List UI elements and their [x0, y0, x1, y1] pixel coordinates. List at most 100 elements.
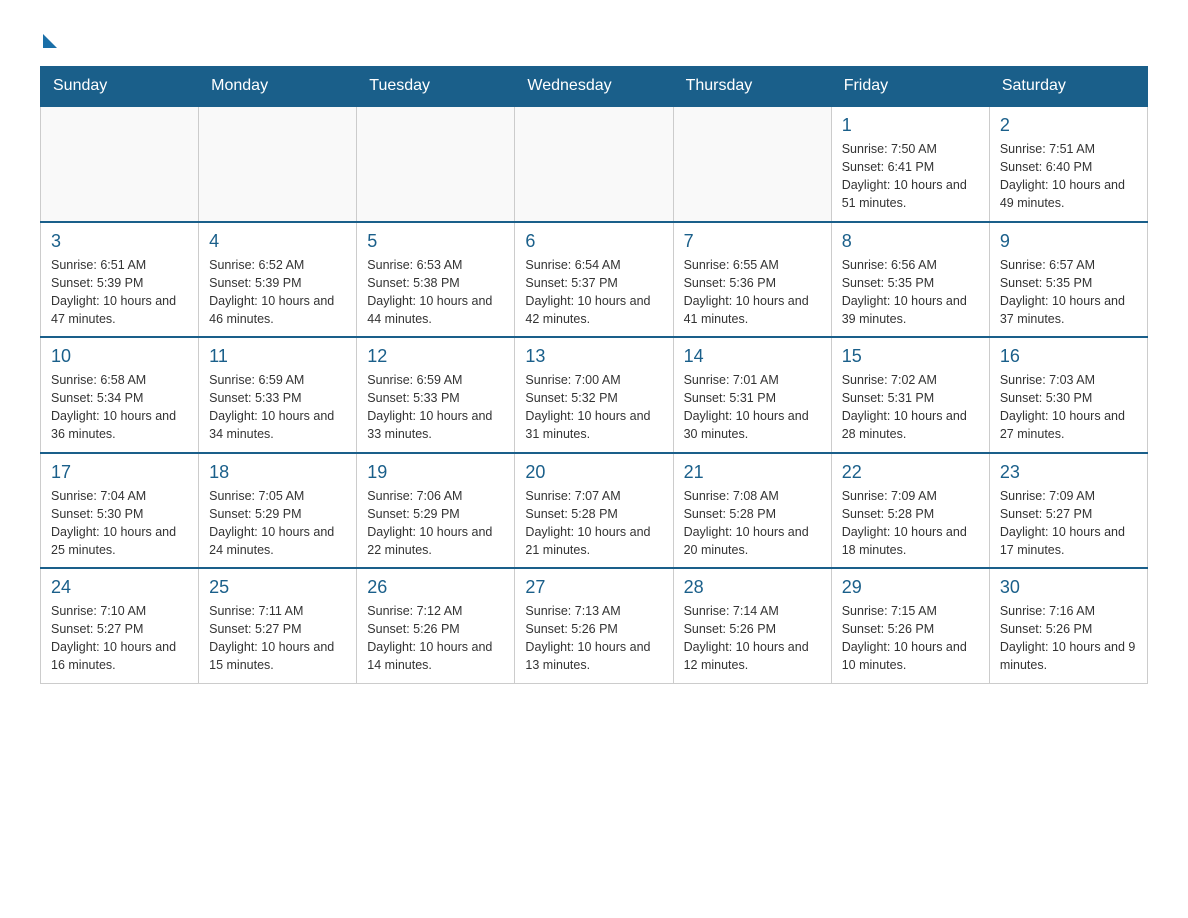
weekday-header-monday: Monday — [199, 67, 357, 107]
page-header — [40, 30, 1148, 46]
calendar-cell: 4 Sunrise: 6:52 AMSunset: 5:39 PMDaylight… — [199, 222, 357, 338]
calendar-cell: 22 Sunrise: 7:09 AMSunset: 5:28 PMDayligh… — [831, 453, 989, 569]
day-info: Sunrise: 6:58 AMSunset: 5:34 PMDaylight:… — [51, 371, 188, 444]
calendar-cell: 20Sunrise: 7:07 AMSunset: 5:28 PMDayligh… — [515, 453, 673, 569]
day-number: 26 — [367, 577, 504, 598]
day-number: 16 — [1000, 346, 1137, 367]
day-number: 22 — [842, 462, 979, 483]
calendar-cell — [673, 106, 831, 222]
day-number: 30 — [1000, 577, 1137, 598]
calendar-cell: 21Sunrise: 7:08 AMSunset: 5:28 PMDayligh… — [673, 453, 831, 569]
day-info: Sunrise: 6:55 AMSunset: 5:36 PMDaylight:… — [684, 256, 821, 329]
weekday-header-sunday: Sunday — [41, 67, 199, 107]
day-info: Sunrise: 7:02 AMSunset: 5:31 PMDaylight:… — [842, 371, 979, 444]
day-number: 3 — [51, 231, 188, 252]
day-number: 19 — [367, 462, 504, 483]
day-info: Sunrise: 7:05 AMSunset: 5:29 PMDaylight:… — [209, 487, 346, 560]
calendar-cell: 26 Sunrise: 7:12 AMSunset: 5:26 PMDayligh… — [357, 568, 515, 683]
day-info: Sunrise: 7:50 AMSunset: 6:41 PMDaylight:… — [842, 140, 979, 213]
calendar-cell: 8 Sunrise: 6:56 AMSunset: 5:35 PMDaylight… — [831, 222, 989, 338]
weekday-header-friday: Friday — [831, 67, 989, 107]
calendar-cell: 16 Sunrise: 7:03 AMSunset: 5:30 PMDayligh… — [989, 337, 1147, 453]
calendar-cell: 23Sunrise: 7:09 AMSunset: 5:27 PMDayligh… — [989, 453, 1147, 569]
calendar-cell: 24 Sunrise: 7:10 AMSunset: 5:27 PMDayligh… — [41, 568, 199, 683]
day-number: 10 — [51, 346, 188, 367]
day-number: 6 — [525, 231, 662, 252]
calendar-cell: 12Sunrise: 6:59 AMSunset: 5:33 PMDayligh… — [357, 337, 515, 453]
day-info: Sunrise: 7:00 AMSunset: 5:32 PMDaylight:… — [525, 371, 662, 444]
week-row-3: 10 Sunrise: 6:58 AMSunset: 5:34 PMDayligh… — [41, 337, 1148, 453]
calendar-cell: 27Sunrise: 7:13 AMSunset: 5:26 PMDayligh… — [515, 568, 673, 683]
day-number: 29 — [842, 577, 979, 598]
calendar-cell — [515, 106, 673, 222]
calendar-cell — [199, 106, 357, 222]
day-info: Sunrise: 6:52 AMSunset: 5:39 PMDaylight:… — [209, 256, 346, 329]
day-number: 14 — [684, 346, 821, 367]
day-number: 7 — [684, 231, 821, 252]
day-number: 1 — [842, 115, 979, 136]
calendar-cell: 11Sunrise: 6:59 AMSunset: 5:33 PMDayligh… — [199, 337, 357, 453]
day-info: Sunrise: 7:03 AMSunset: 5:30 PMDaylight:… — [1000, 371, 1137, 444]
day-info: Sunrise: 7:51 AMSunset: 6:40 PMDaylight:… — [1000, 140, 1137, 213]
calendar-cell — [357, 106, 515, 222]
day-info: Sunrise: 7:09 AMSunset: 5:28 PMDaylight:… — [842, 487, 979, 560]
week-row-5: 24 Sunrise: 7:10 AMSunset: 5:27 PMDayligh… — [41, 568, 1148, 683]
day-number: 25 — [209, 577, 346, 598]
day-number: 24 — [51, 577, 188, 598]
logo-triangle-icon — [43, 34, 57, 48]
day-number: 28 — [684, 577, 821, 598]
day-info: Sunrise: 7:12 AMSunset: 5:26 PMDaylight:… — [367, 602, 504, 675]
calendar-cell: 3 Sunrise: 6:51 AMSunset: 5:39 PMDaylight… — [41, 222, 199, 338]
calendar-cell: 17Sunrise: 7:04 AMSunset: 5:30 PMDayligh… — [41, 453, 199, 569]
logo — [40, 30, 57, 46]
day-info: Sunrise: 6:51 AMSunset: 5:39 PMDaylight:… — [51, 256, 188, 329]
calendar-cell: 9 Sunrise: 6:57 AMSunset: 5:35 PMDaylight… — [989, 222, 1147, 338]
day-number: 18 — [209, 462, 346, 483]
day-number: 15 — [842, 346, 979, 367]
day-info: Sunrise: 6:56 AMSunset: 5:35 PMDaylight:… — [842, 256, 979, 329]
calendar-cell: 29 Sunrise: 7:15 AMSunset: 5:26 PMDayligh… — [831, 568, 989, 683]
day-info: Sunrise: 7:01 AMSunset: 5:31 PMDaylight:… — [684, 371, 821, 444]
day-info: Sunrise: 6:54 AMSunset: 5:37 PMDaylight:… — [525, 256, 662, 329]
week-row-1: 1 Sunrise: 7:50 AMSunset: 6:41 PMDaylight… — [41, 106, 1148, 222]
calendar-cell: 18 Sunrise: 7:05 AMSunset: 5:29 PMDayligh… — [199, 453, 357, 569]
calendar-cell — [41, 106, 199, 222]
day-number: 23 — [1000, 462, 1137, 483]
calendar-header: SundayMondayTuesdayWednesdayThursdayFrid… — [41, 67, 1148, 107]
calendar-body: 1 Sunrise: 7:50 AMSunset: 6:41 PMDaylight… — [41, 106, 1148, 683]
day-info: Sunrise: 7:10 AMSunset: 5:27 PMDaylight:… — [51, 602, 188, 675]
weekday-header-saturday: Saturday — [989, 67, 1147, 107]
day-number: 2 — [1000, 115, 1137, 136]
day-info: Sunrise: 6:53 AMSunset: 5:38 PMDaylight:… — [367, 256, 504, 329]
day-number: 27 — [525, 577, 662, 598]
weekday-header-wednesday: Wednesday — [515, 67, 673, 107]
weekday-header-thursday: Thursday — [673, 67, 831, 107]
day-number: 9 — [1000, 231, 1137, 252]
day-number: 20 — [525, 462, 662, 483]
calendar-cell: 30 Sunrise: 7:16 AMSunset: 5:26 PMDayligh… — [989, 568, 1147, 683]
day-info: Sunrise: 7:14 AMSunset: 5:26 PMDaylight:… — [684, 602, 821, 675]
day-info: Sunrise: 6:59 AMSunset: 5:33 PMDaylight:… — [209, 371, 346, 444]
day-number: 13 — [525, 346, 662, 367]
week-row-2: 3 Sunrise: 6:51 AMSunset: 5:39 PMDaylight… — [41, 222, 1148, 338]
calendar-cell: 7 Sunrise: 6:55 AMSunset: 5:36 PMDaylight… — [673, 222, 831, 338]
week-row-4: 17Sunrise: 7:04 AMSunset: 5:30 PMDayligh… — [41, 453, 1148, 569]
calendar-cell: 14 Sunrise: 7:01 AMSunset: 5:31 PMDayligh… — [673, 337, 831, 453]
day-number: 5 — [367, 231, 504, 252]
calendar-cell: 28 Sunrise: 7:14 AMSunset: 5:26 PMDayligh… — [673, 568, 831, 683]
day-info: Sunrise: 7:04 AMSunset: 5:30 PMDaylight:… — [51, 487, 188, 560]
calendar-table: SundayMondayTuesdayWednesdayThursdayFrid… — [40, 66, 1148, 684]
day-number: 4 — [209, 231, 346, 252]
calendar-cell: 5 Sunrise: 6:53 AMSunset: 5:38 PMDaylight… — [357, 222, 515, 338]
day-info: Sunrise: 7:16 AMSunset: 5:26 PMDaylight:… — [1000, 602, 1137, 675]
day-number: 8 — [842, 231, 979, 252]
calendar-cell: 1 Sunrise: 7:50 AMSunset: 6:41 PMDaylight… — [831, 106, 989, 222]
weekday-header-row: SundayMondayTuesdayWednesdayThursdayFrid… — [41, 67, 1148, 107]
weekday-header-tuesday: Tuesday — [357, 67, 515, 107]
calendar-cell: 15 Sunrise: 7:02 AMSunset: 5:31 PMDayligh… — [831, 337, 989, 453]
calendar-cell: 25Sunrise: 7:11 AMSunset: 5:27 PMDayligh… — [199, 568, 357, 683]
day-info: Sunrise: 6:57 AMSunset: 5:35 PMDaylight:… — [1000, 256, 1137, 329]
day-info: Sunrise: 6:59 AMSunset: 5:33 PMDaylight:… — [367, 371, 504, 444]
day-info: Sunrise: 7:15 AMSunset: 5:26 PMDaylight:… — [842, 602, 979, 675]
day-number: 21 — [684, 462, 821, 483]
